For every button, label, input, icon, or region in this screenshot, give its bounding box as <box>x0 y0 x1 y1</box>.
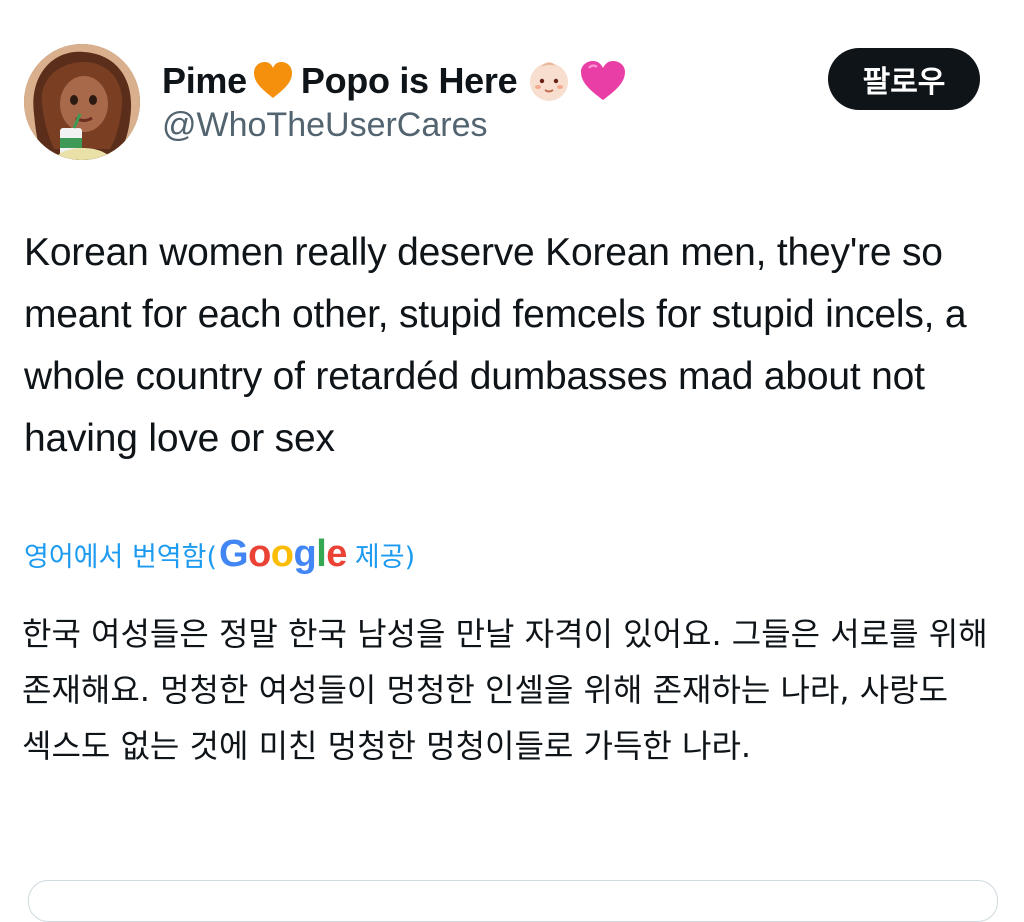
tweet-text: Korean women really deserve Korean men, … <box>24 231 967 460</box>
bottom-card <box>28 880 998 922</box>
author-name[interactable]: Pime Popo is Here <box>162 56 629 106</box>
author-handle[interactable]: @WhoTheUserCares <box>162 106 488 145</box>
author-name-part2: Popo is Here <box>300 60 518 101</box>
translation-suffix: 제공) <box>354 541 416 573</box>
follow-button[interactable]: 팔로우 <box>828 48 980 110</box>
translation-attribution[interactable]: 영어에서 번역함( Google 제공) <box>24 530 415 578</box>
orange-heart-icon <box>251 59 295 103</box>
translation-prefix: 영어에서 번역함( <box>24 541 217 573</box>
author-name-part1: Pime <box>162 60 247 101</box>
baby-face-icon <box>527 59 571 103</box>
pink-heart-icon <box>579 59 626 103</box>
tweet: Pime Popo is Here @WhoTheUserCares 팔로우 K… <box>0 0 1024 922</box>
avatar[interactable] <box>24 44 140 160</box>
translated-text: 한국 여성들은 정말 한국 남성을 만날 자격이 있어요. 그들은 서로를 위해… <box>22 615 988 765</box>
google-logo: Google <box>219 532 347 575</box>
